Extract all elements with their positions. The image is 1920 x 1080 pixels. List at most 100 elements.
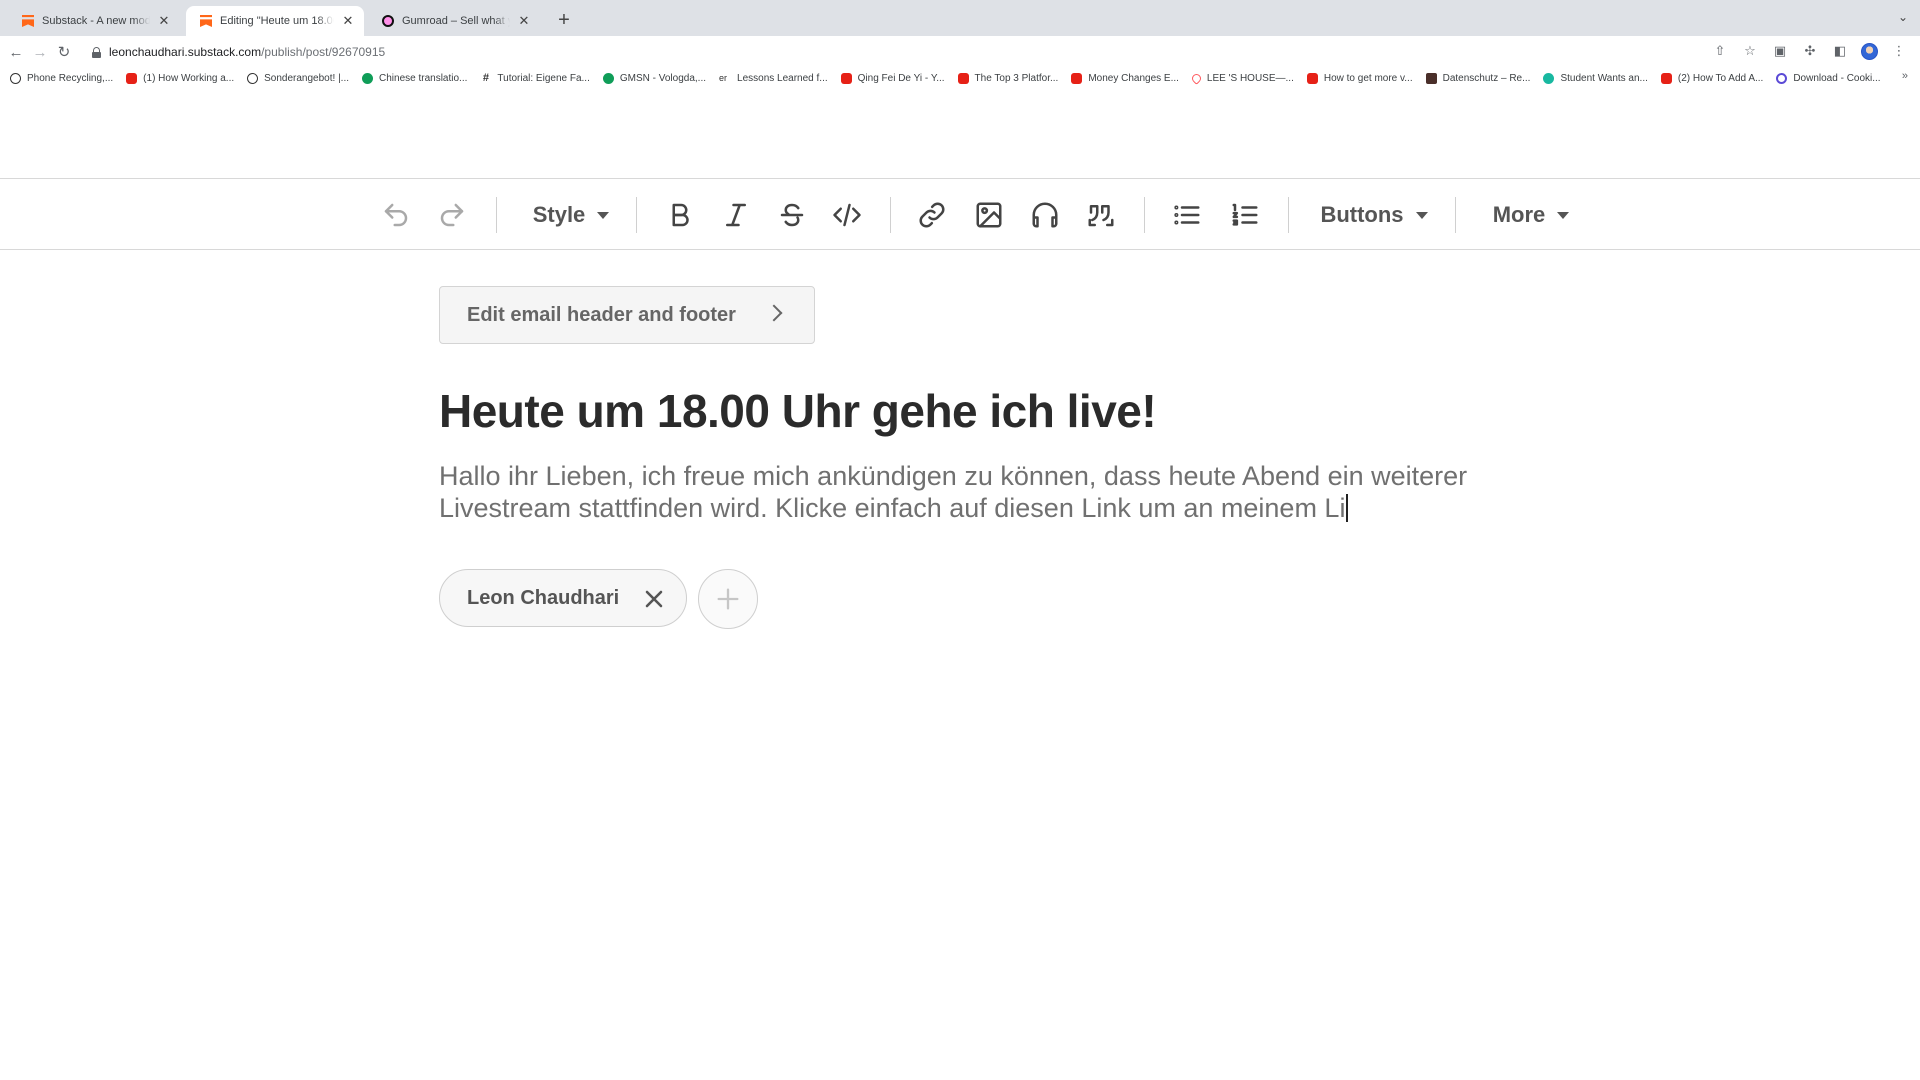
bookmark-item[interactable]: Student Wants an... <box>1543 72 1648 84</box>
post-title[interactable]: Heute um 18.00 Uhr gehe ich live! <box>439 384 1157 438</box>
url-host: leonchaudhari.substack.com <box>109 45 262 59</box>
quote-icon[interactable] <box>1082 179 1120 251</box>
strikethrough-icon[interactable] <box>774 179 810 251</box>
youtube-icon <box>1306 72 1318 84</box>
editor-page: Style Buttons More Edit email header and… <box>0 88 1920 1080</box>
green-icon <box>362 72 374 84</box>
profile-avatar[interactable] <box>1861 42 1878 60</box>
forward-arrow-icon[interactable]: → <box>30 42 50 62</box>
style-label: Style <box>532 202 586 227</box>
style-dropdown[interactable]: Style <box>530 179 612 251</box>
toolbar-divider <box>1288 197 1289 233</box>
toolbar-divider <box>496 197 497 233</box>
bookmark-item[interactable]: Chinese translatio... <box>362 72 467 84</box>
tab-close-icon[interactable]: ✕ <box>516 13 532 29</box>
browser-tabstrip: Substack - A new model for pu ✕ Editing … <box>0 0 1920 36</box>
substack-icon <box>22 15 34 27</box>
author-chip[interactable]: Leon Chaudhari <box>439 569 687 627</box>
er-icon: er <box>719 72 728 83</box>
italic-icon[interactable] <box>718 179 754 251</box>
add-author-button[interactable] <box>698 569 758 629</box>
bookmark-item[interactable]: Download - Cooki... <box>1776 72 1881 84</box>
more-dropdown[interactable]: More <box>1488 179 1574 251</box>
buttons-label: Buttons <box>1320 202 1404 227</box>
bookmark-item[interactable]: # Tutorial: Eigene Fa... <box>480 71 590 84</box>
bookmark-item[interactable]: The Top 3 Platfor... <box>957 72 1058 84</box>
puzzle-icon[interactable]: ✣ <box>1801 42 1819 60</box>
buttons-dropdown[interactable]: Buttons <box>1318 179 1430 251</box>
gumroad-icon <box>382 15 394 27</box>
plus-icon <box>717 588 739 610</box>
link-icon[interactable] <box>914 179 950 251</box>
code-icon[interactable] <box>828 179 866 251</box>
lock-icon <box>92 46 101 58</box>
tab-close-icon[interactable]: ✕ <box>340 13 356 29</box>
image-icon[interactable] <box>970 179 1008 251</box>
url-path: /publish/post/92670915 <box>261 45 386 59</box>
author-name: Leon Chaudhari <box>467 586 620 609</box>
ring-icon <box>1776 72 1788 84</box>
share-icon[interactable]: ⇧ <box>1711 42 1729 60</box>
opera-icon <box>10 72 21 84</box>
tab-close-icon[interactable]: ✕ <box>156 13 172 29</box>
new-tab-button[interactable]: + <box>552 8 576 32</box>
hash-icon: # <box>482 71 489 84</box>
browser-tab-active[interactable]: Editing "Heute um 18.00 Uhr g ✕ <box>186 6 364 36</box>
bookmark-item[interactable]: Qing Fei De Yi - Y... <box>840 72 945 84</box>
tab-title: Substack - A new model for pu <box>42 15 150 27</box>
edit-email-header-footer-button[interactable]: Edit email header and footer <box>439 286 815 344</box>
caret-down-icon <box>597 211 610 219</box>
undo-icon[interactable] <box>378 179 414 251</box>
sidepanel-icon[interactable]: ◧ <box>1831 42 1849 60</box>
browser-tab[interactable]: Gumroad – Sell what you know ✕ <box>368 6 540 36</box>
bookmark-item[interactable]: Money Changes E... <box>1071 72 1179 84</box>
back-arrow-icon[interactable]: ← <box>6 42 26 62</box>
post-body-text: Hallo ihr Lieben, ich freue mich ankündi… <box>439 461 1468 523</box>
bookmark-item[interactable]: er Lessons Learned f... <box>719 73 828 84</box>
green-icon <box>602 72 614 84</box>
youtube-icon <box>126 72 138 84</box>
bookmark-item[interactable]: How to get more v... <box>1306 72 1413 84</box>
bold-icon[interactable] <box>662 179 698 251</box>
bookmarks-overflow-icon[interactable]: » <box>1902 70 1908 82</box>
tab-title: Gumroad – Sell what you know <box>402 15 510 27</box>
address-bar[interactable]: leonchaudhari.substack.com/publish/post/… <box>84 40 1874 64</box>
extension-icon[interactable]: ▣ <box>1771 42 1789 60</box>
bookmark-item[interactable]: Datenschutz – Re... <box>1425 72 1530 84</box>
bookmark-item[interactable]: GMSN - Vologda,... <box>602 72 706 84</box>
bookmark-item[interactable]: LEE 'S HOUSE—... <box>1190 71 1294 85</box>
kebab-menu-icon[interactable]: ⋮ <box>1890 42 1908 60</box>
caret-down-icon <box>1415 211 1428 219</box>
airbnb-icon <box>1190 71 1203 85</box>
substack-icon <box>200 15 212 27</box>
chevron-right-icon <box>765 304 783 322</box>
browser-tab[interactable]: Substack - A new model for pu ✕ <box>8 6 180 36</box>
close-icon[interactable] <box>642 587 666 611</box>
post-body-editor[interactable]: Hallo ihr Lieben, ich freue mich ankündi… <box>439 460 1499 524</box>
toolbar-divider <box>1144 197 1145 233</box>
toolbar-divider <box>636 197 637 233</box>
circle-icon <box>247 72 259 84</box>
headphones-icon[interactable] <box>1026 179 1064 251</box>
more-label: More <box>1492 202 1546 227</box>
bookmark-item[interactable]: Sonderangebot! |... <box>247 72 349 84</box>
toolbar-divider <box>1455 197 1456 233</box>
youtube-icon <box>957 72 969 84</box>
browser-toolbar: ← → ↻ leonchaudhari.substack.com/publish… <box>0 36 1920 68</box>
edit-email-header-footer-label: Edit email header and footer <box>467 303 736 326</box>
tab-search-chevron-icon[interactable]: ⌄ <box>1898 10 1908 24</box>
redo-icon[interactable] <box>434 179 470 251</box>
dark-icon <box>1425 72 1437 84</box>
reload-icon[interactable]: ↻ <box>54 42 74 62</box>
editor-toolbar: Style Buttons More <box>0 178 1920 250</box>
caret-down-icon <box>1557 211 1570 219</box>
bullet-list-icon[interactable] <box>1168 179 1206 251</box>
teal-icon <box>1543 72 1555 84</box>
bookmark-item[interactable]: (1) How Working a... <box>126 72 234 84</box>
text-cursor <box>1346 494 1349 522</box>
bookmark-item[interactable]: (2) How To Add A... <box>1660 72 1763 84</box>
bookmark-star-icon[interactable]: ☆ <box>1741 42 1759 60</box>
numbered-list-icon[interactable] <box>1226 179 1264 251</box>
bookmark-item[interactable]: Phone Recycling,... <box>10 72 113 84</box>
toolbar-divider <box>890 197 891 233</box>
